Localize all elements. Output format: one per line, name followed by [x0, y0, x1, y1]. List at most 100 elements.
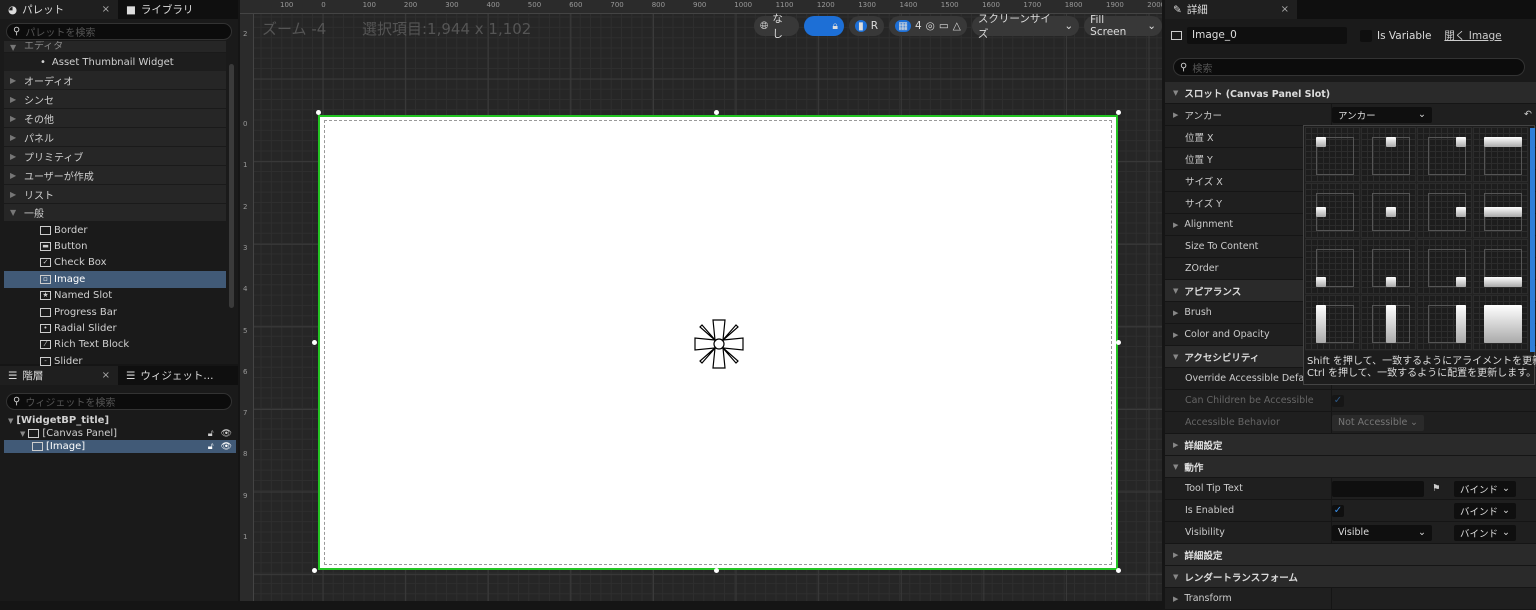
palette-category[interactable]: ▶ その他 [4, 109, 226, 128]
widget-name-input[interactable]: Image_0 [1187, 27, 1347, 44]
palette-search-input[interactable]: ⚲ パレットを検索 [6, 23, 232, 40]
button-icon: ▬ [40, 242, 51, 252]
open-image-link[interactable]: 開く Image [1444, 28, 1501, 43]
section-behavior[interactable]: ▼ 動作 [1165, 456, 1536, 478]
localization-button[interactable]: 🌐︎ なし [754, 13, 800, 40]
anchor-preset-button[interactable] [1417, 239, 1473, 295]
designer-viewport[interactable]: 100 0 100 200 300 400 500 600 700 800 900 1000 1100 1… [240, 0, 1162, 601]
palette-category[interactable]: ▶ オーディオ [4, 71, 226, 90]
lock-icon[interactable]: 🔓︎ [208, 429, 214, 439]
palette-category[interactable]: ▶ パネル [4, 128, 226, 147]
anchor-preset-button[interactable] [1361, 239, 1417, 295]
resize-handle[interactable] [1116, 568, 1121, 573]
lock-icon[interactable]: 🔓︎ [208, 442, 214, 452]
fill-screen-dropdown[interactable]: Fill Screen ⌄ [1084, 14, 1162, 38]
chevron-down-icon: ⌄ [1502, 505, 1510, 516]
anchor-preset-button[interactable] [1305, 183, 1361, 239]
section-advanced[interactable]: ▶ 詳細設定 [1165, 434, 1536, 456]
palette-category[interactable]: ▶ プリミティブ [4, 147, 226, 166]
chevron-right-icon[interactable]: ▶ [1173, 309, 1178, 317]
palette-item[interactable]: ▫ Image [4, 271, 226, 288]
palette-category[interactable]: ▶ シンセ [4, 90, 226, 109]
anchor-preset-button[interactable] [1473, 295, 1529, 351]
chevron-right-icon[interactable]: ▶ [1173, 331, 1178, 339]
anchor-preset-button[interactable] [1417, 127, 1473, 183]
children-accessible-checkbox[interactable]: ✓ [1332, 394, 1344, 407]
anchor-preset-button[interactable] [1473, 239, 1529, 295]
tooltip-input[interactable] [1332, 480, 1424, 497]
dropdown-value: Visible [1338, 527, 1370, 538]
resize-handle[interactable] [714, 110, 719, 115]
respect-locks-toggle[interactable]: ▮ R [848, 16, 885, 36]
anchor-preset-button[interactable] [1361, 127, 1417, 183]
palette-item[interactable]: ▬ Button [4, 238, 226, 254]
resize-handle[interactable] [1116, 110, 1121, 115]
reset-icon[interactable]: ↶ [1524, 109, 1532, 120]
eye-icon[interactable]: 👁︎ [221, 442, 232, 452]
tab-palette[interactable]: ◕ パレット × [0, 0, 118, 19]
ruler-tick-label: 1700 [1023, 1, 1042, 9]
palette-item-asset-thumbnail[interactable]: • Asset Thumbnail Widget [4, 53, 226, 71]
resize-handle[interactable] [312, 568, 317, 573]
anchor-preset-button[interactable] [1361, 183, 1417, 239]
eye-icon[interactable]: 👁︎ [221, 429, 232, 439]
palette-item[interactable]: Border [4, 222, 226, 238]
flag-icon[interactable]: ⚑ [1432, 483, 1441, 494]
is-enabled-checkbox[interactable]: ✓ [1332, 504, 1344, 517]
chevron-right-icon[interactable]: ▶ [1173, 221, 1178, 229]
tree-item[interactable]: [Image] 🔓︎ 👁︎ [4, 440, 236, 453]
palette-item[interactable]: Progress Bar [4, 304, 226, 320]
tree-item[interactable]: ▼ [Canvas Panel] 🔓︎ 👁︎ [4, 427, 236, 440]
anchor-preset-button[interactable] [1473, 127, 1529, 183]
section-render-transform[interactable]: ▼ レンダートランスフォーム [1165, 566, 1536, 588]
close-icon[interactable]: × [102, 4, 110, 15]
tab-details[interactable]: ✎ 詳細 × [1165, 0, 1297, 19]
image-widget[interactable] [318, 115, 1118, 570]
palette-item[interactable]: ✓ Check Box [4, 255, 226, 271]
property-name: Can Children be Accessible [1185, 395, 1314, 406]
grid-snap-toggle[interactable]: ▦ 4 ◎ ▭ △ [889, 16, 967, 36]
anchor-preset-button[interactable] [1417, 183, 1473, 239]
anchor-preset-button[interactable] [1361, 295, 1417, 351]
visibility-dropdown[interactable]: Visible ⌄ [1332, 524, 1432, 541]
details-search-input[interactable]: ⚲ 検索 [1173, 58, 1525, 76]
palette-category-general[interactable]: ▼ 一般 [4, 204, 226, 222]
anchor-preset-button[interactable] [1305, 295, 1361, 351]
palette-category-editor[interactable]: ▼ エディタ [4, 41, 226, 53]
anchor-preset-button[interactable] [1305, 239, 1361, 295]
section-advanced-2[interactable]: ▶ 詳細設定 [1165, 544, 1536, 566]
tree-item[interactable]: ▼ [WidgetBP_title] [4, 414, 236, 427]
resize-handle[interactable] [316, 110, 321, 115]
palette-category[interactable]: ▶ リスト [4, 185, 226, 204]
bind-dropdown[interactable]: バインド ⌄ [1454, 524, 1516, 541]
hierarchy-search-input[interactable]: ⚲ ウィジェットを検索 [6, 393, 232, 410]
palette-item[interactable]: ★ Named Slot [4, 288, 226, 304]
anchor-preset-button[interactable] [1417, 295, 1473, 351]
anchors-dropdown[interactable]: アンカー ⌄ [1332, 106, 1432, 123]
tab-widget-reflector[interactable]: ☰ ウィジェット... [118, 366, 221, 385]
lock-toggle[interactable]: 🔒︎ [804, 16, 844, 36]
chevron-right-icon[interactable]: ▶ [1173, 111, 1178, 119]
resize-handle[interactable] [1116, 340, 1121, 345]
anchor-preset-button[interactable] [1473, 183, 1529, 239]
palette-item[interactable]: • Radial Slider [4, 320, 226, 336]
close-icon[interactable]: × [1281, 4, 1289, 15]
palette-item[interactable]: ⁄ Rich Text Block [4, 337, 226, 353]
tab-hierarchy[interactable]: ☰ 階層 × [0, 366, 118, 385]
accessible-behavior-dropdown[interactable]: Not Accessible ⌄ [1332, 414, 1424, 431]
palette-category[interactable]: ▶ ユーザーが作成 [4, 166, 226, 185]
bind-dropdown[interactable]: バインド ⌄ [1454, 480, 1516, 497]
tab-library[interactable]: ■ ライブラリ [118, 0, 201, 19]
anchor-popup-scrollbar[interactable] [1530, 128, 1535, 352]
section-slot[interactable]: ▼ スロット (Canvas Panel Slot) [1165, 82, 1536, 104]
resize-handle[interactable] [312, 340, 317, 345]
close-icon[interactable]: × [102, 370, 110, 381]
bind-dropdown[interactable]: バインド ⌄ [1454, 502, 1516, 519]
details-panel: ✎ 詳細 × Image_0 Is Variable 開く Image ⚲ 検索 ▼ ス… [1165, 0, 1536, 610]
resize-handle[interactable] [714, 568, 719, 573]
is-variable-checkbox[interactable] [1360, 29, 1372, 42]
screen-size-dropdown[interactable]: スクリーンサイズ ⌄ [971, 13, 1080, 40]
anchor-preset-button[interactable] [1305, 127, 1361, 183]
chevron-right-icon[interactable]: ▶ [1173, 595, 1178, 603]
palette-scrollbar[interactable] [229, 64, 234, 308]
